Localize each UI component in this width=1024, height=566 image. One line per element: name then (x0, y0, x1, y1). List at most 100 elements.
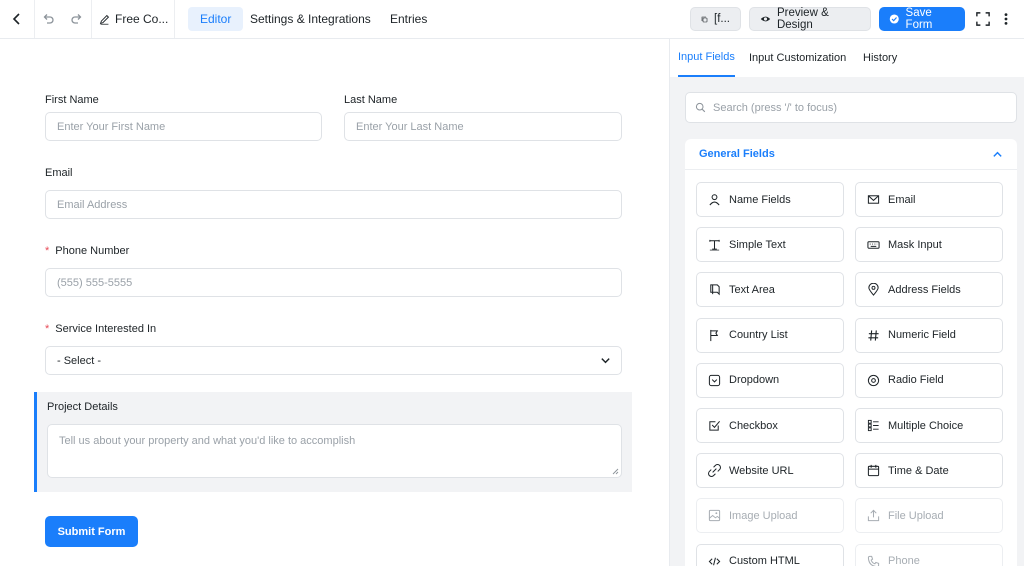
field-button-simple-text[interactable]: Simple Text (696, 227, 844, 263)
text-cursor-icon (709, 240, 720, 251)
list-icon (867, 419, 879, 432)
email-input[interactable]: Email Address (45, 190, 622, 219)
chevron-up-icon (993, 151, 1002, 157)
field-button-mask-input[interactable]: Mask Input (855, 227, 1003, 263)
tab-history[interactable]: History (863, 39, 897, 77)
required-asterisk: * (45, 323, 50, 335)
resize-grip-icon[interactable] (612, 468, 619, 475)
check-circle-icon (889, 14, 899, 24)
field-button-text-area[interactable]: Text Area (696, 272, 844, 308)
keyboard-icon (867, 241, 880, 249)
back-icon[interactable] (0, 0, 34, 38)
fullscreen-icon[interactable] (971, 0, 995, 38)
more-options-icon[interactable] (997, 0, 1015, 38)
preview-design-button[interactable]: Preview & Design (749, 7, 871, 31)
divider (174, 0, 175, 38)
calendar-icon (867, 465, 880, 477)
eye-icon (760, 16, 771, 22)
field-button-label: Image Upload (729, 509, 798, 522)
divider (91, 0, 92, 38)
field-button-email[interactable]: Email (855, 182, 1003, 217)
field-button-label: Phone (888, 555, 920, 566)
field-button-radio-field[interactable]: Radio Field (855, 362, 1003, 398)
tab-editor[interactable]: Editor (188, 7, 244, 31)
general-fields-header[interactable]: General Fields (685, 139, 1017, 170)
field-button-time-date[interactable]: Time & Date (855, 453, 1003, 489)
field-button-custom-html[interactable]: Custom HTML (696, 543, 844, 566)
service-select[interactable]: - Select - (45, 346, 622, 375)
field-button-label: Text Area (729, 283, 775, 296)
image-icon (708, 510, 721, 522)
sidebar-tabs: Input Fields Input Customization History (670, 39, 1024, 77)
preview-design-label: Preview & Design (776, 7, 829, 31)
dropdown-icon (708, 374, 721, 386)
phone-icon (867, 555, 880, 566)
field-button-phone[interactable]: Phone (855, 543, 1003, 566)
tab-entries[interactable]: Entries (378, 7, 439, 31)
last-name-input[interactable]: Enter Your Last Name (344, 112, 622, 141)
field-button-label: Time & Date (888, 464, 949, 477)
field-button-name-fields[interactable]: Name Fields (696, 182, 844, 217)
field-button-label: Simple Text (729, 238, 786, 251)
save-form-button[interactable]: Save Form (879, 7, 965, 31)
link-icon (708, 464, 721, 478)
phone-label: * Phone Number (45, 245, 129, 257)
field-button-numeric-field[interactable]: Numeric Field (855, 317, 1003, 353)
field-button-label: Country List (729, 329, 788, 342)
save-form-label: Save Form (905, 7, 933, 31)
phone-label-text: Phone Number (55, 245, 130, 257)
field-button-file-upload[interactable]: File Upload (855, 498, 1003, 534)
service-label: * Service Interested In (45, 323, 156, 335)
tab-settings-integrations[interactable]: Settings & Integrations (238, 7, 383, 31)
form-title[interactable]: Free Co... (99, 0, 171, 38)
field-button-multiple-choice[interactable]: Multiple Choice (855, 408, 1003, 443)
service-select-value: - Select - (57, 354, 102, 367)
field-button-dropdown[interactable]: Dropdown (696, 362, 844, 398)
section-title: General Fields (699, 148, 775, 160)
field-button-label: Numeric Field (888, 329, 956, 342)
tab-input-fields[interactable]: Input Fields (678, 39, 735, 77)
user-icon (709, 194, 720, 206)
project-details-label: Project Details (47, 401, 118, 413)
submit-form-button[interactable]: Submit Form (45, 516, 138, 547)
field-button-label: Website URL (729, 464, 794, 477)
field-button-label: Address Fields (888, 283, 961, 296)
redo-icon[interactable] (64, 0, 90, 38)
first-name-input[interactable]: Enter Your First Name (45, 112, 322, 141)
textarea-icon (710, 284, 720, 296)
hash-icon (868, 329, 879, 341)
field-button-checkbox[interactable]: Checkbox (696, 408, 844, 443)
field-button-label: File Upload (888, 509, 944, 522)
required-asterisk: * (45, 245, 50, 257)
field-button-label: Email (888, 193, 916, 206)
field-button-label: Dropdown (729, 374, 780, 387)
copy-icon (701, 16, 708, 22)
field-button-label: Multiple Choice (888, 419, 964, 432)
radio-icon (867, 374, 880, 386)
email-label: Email (45, 167, 73, 179)
chevron-down-icon (601, 358, 610, 364)
tab-input-customization[interactable]: Input Customization (749, 39, 846, 77)
field-button-label: Mask Input (888, 238, 942, 251)
map-pin-icon (868, 283, 879, 297)
envelope-icon (867, 195, 880, 204)
shortcode-button[interactable]: [f... (690, 7, 741, 31)
field-button-image-upload[interactable]: Image Upload (696, 498, 844, 534)
edit-pencil-icon (99, 14, 110, 25)
field-button-website-url[interactable]: Website URL (696, 453, 844, 489)
upload-icon (867, 510, 880, 522)
project-details-textarea[interactable]: Tell us about your property and what you… (47, 424, 622, 478)
project-details-placeholder: Tell us about your property and what you… (59, 435, 356, 447)
field-button-address-fields[interactable]: Address Fields (855, 272, 1003, 308)
last-name-label: Last Name (344, 94, 398, 106)
code-icon (708, 557, 721, 565)
service-label-text: Service Interested In (55, 323, 157, 335)
phone-input[interactable]: (555) 555-5555 (45, 268, 622, 297)
field-button-label: Name Fields (729, 193, 791, 206)
form-canvas: First Name Enter Your First Name Last Na… (0, 39, 669, 566)
field-button-label: Custom HTML (729, 555, 800, 566)
search-icon (695, 102, 706, 113)
field-button-country-list[interactable]: Country List (696, 317, 844, 353)
undo-icon[interactable] (35, 0, 61, 38)
field-search-input[interactable]: Search (press '/' to focus) (685, 92, 1017, 123)
